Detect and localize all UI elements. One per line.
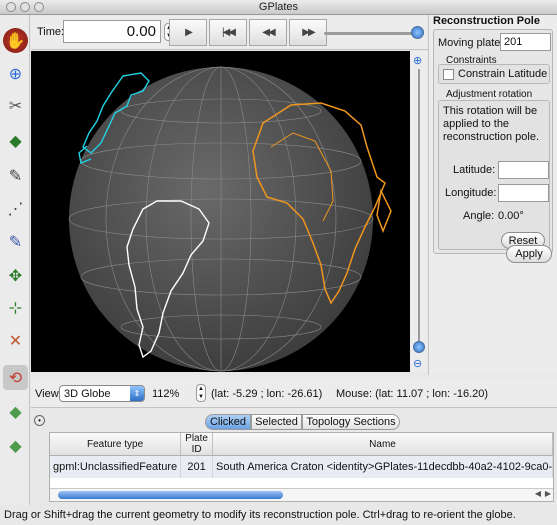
view-select[interactable]: 3D Globe ⇕ xyxy=(59,385,145,402)
zoom-out-icon[interactable]: ⊖ xyxy=(413,357,422,370)
view-controls-bar: View: 3D Globe ⇕ 112% ▲ ▼ (lat: -5.29 ; l… xyxy=(31,379,557,407)
angle-value[interactable]: 0.00° xyxy=(498,210,524,222)
longitude-input[interactable] xyxy=(498,184,549,202)
longitude-label: Longitude: xyxy=(445,187,497,199)
zoom-slider-bar: ⊕ ⊖ xyxy=(410,51,428,372)
drag-globe-icon[interactable]: ✋ xyxy=(3,28,28,53)
tab-topology-sections[interactable]: Topology Sections xyxy=(302,414,400,430)
digitise-polygon-icon[interactable]: ✎ xyxy=(3,229,28,254)
scrollbar-thumb[interactable] xyxy=(58,491,283,499)
delete-vertex-icon[interactable]: ✕ xyxy=(3,328,28,353)
status-bar: Drag or Shift+drag the current geometry … xyxy=(0,505,557,525)
table-header-row: Feature type Plate ID Name xyxy=(50,433,553,456)
canvas-tools-toolbar: ✋ ⊕ ✂ ◆ ✎ ⋰ ✎ ✥ ⊹ ✕ ⟲ ◆ ◆ xyxy=(0,15,30,505)
cell-plate-id: 201 xyxy=(180,455,213,478)
zoom-stepper[interactable]: ▲ ▼ xyxy=(196,384,206,402)
column-header-feature-type[interactable]: Feature type xyxy=(50,433,182,456)
adjustment-description: This rotation will be applied to the rec… xyxy=(443,105,539,143)
scroll-left-icon[interactable]: ◀ xyxy=(535,489,541,498)
move-vertex-icon[interactable]: ✥ xyxy=(3,263,28,288)
build-topology-icon[interactable]: ◆ xyxy=(3,399,28,424)
constrain-latitude-checkbox[interactable] xyxy=(443,69,454,80)
step-back-icon: ◀◀ xyxy=(262,27,275,38)
cell-name: South America Craton <identity>GPlates-1… xyxy=(212,455,553,478)
globe-svg xyxy=(68,66,392,372)
constrain-latitude-label: Constrain Latitude xyxy=(458,68,548,80)
horizontal-scrollbar[interactable]: ◀ ▶ xyxy=(50,488,553,501)
column-header-name[interactable]: Name xyxy=(212,433,553,456)
panel-title: Reconstruction Pole xyxy=(433,15,540,27)
digitise-multipoint-icon[interactable]: ⋰ xyxy=(3,196,28,221)
time-input[interactable]: 0.00 xyxy=(63,20,161,43)
insert-vertex-icon[interactable]: ⊹ xyxy=(3,295,28,320)
zoom-slider-track[interactable] xyxy=(418,69,420,351)
zoom-value[interactable]: 112% xyxy=(152,388,179,400)
adjustment-rotation-group: This rotation will be applied to the rec… xyxy=(438,100,550,250)
tab-selected[interactable]: Selected xyxy=(251,414,302,430)
play-button[interactable]: ▶ xyxy=(169,19,207,46)
apply-button[interactable]: Apply xyxy=(506,245,552,263)
digitise-polyline-icon[interactable]: ✎ xyxy=(3,163,28,188)
adjustment-rotation-label: Adjustment rotation xyxy=(446,89,533,100)
angle-label: Angle: xyxy=(463,210,495,222)
step-forward-icon: ▶▶ xyxy=(302,27,315,38)
play-icon: ▶ xyxy=(185,27,193,38)
zoom-globe-icon[interactable]: ⊕ xyxy=(3,61,28,86)
moving-plate-label: Moving plate: xyxy=(438,37,504,49)
close-panel-icon[interactable]: • xyxy=(34,415,45,426)
rewind-start-icon: |◀◀ xyxy=(222,27,236,38)
measure-tool-icon[interactable]: ✂ xyxy=(3,93,28,118)
time-slider-track[interactable] xyxy=(324,32,424,35)
table-row[interactable]: gpml:UnclassifiedFeature 201 South Ameri… xyxy=(50,455,553,478)
latitude-input[interactable] xyxy=(498,161,549,179)
step-back-button[interactable]: ◀◀ xyxy=(249,19,287,46)
chevron-down-icon: ⇕ xyxy=(130,386,144,401)
cell-feature-type: gpml:UnclassifiedFeature xyxy=(50,455,182,478)
column-header-plate-id[interactable]: Plate ID xyxy=(180,433,213,456)
mouse-coordinates: Mouse: (lat: 11.07 ; lon: -16.20) xyxy=(336,388,489,400)
latitude-label: Latitude: xyxy=(453,164,496,176)
query-feature-icon[interactable]: ◆ xyxy=(3,128,28,153)
tab-clicked[interactable]: Clicked xyxy=(205,414,251,430)
zoom-in-icon[interactable]: ⊕ xyxy=(413,54,422,67)
camera-coordinates: (lat: -5.29 ; lon: -26.61) xyxy=(211,388,323,400)
time-slider-thumb[interactable] xyxy=(411,26,424,39)
pole-widget-frame: Moving plate: 201 Constraints Constrain … xyxy=(433,29,553,254)
feature-table: Feature type Plate ID Name gpml:Unclassi… xyxy=(49,432,554,502)
constraints-group: Constrain Latitude xyxy=(438,64,550,84)
edit-topology-icon[interactable]: ◆ xyxy=(3,433,28,458)
window-title: GPlates xyxy=(258,1,299,13)
status-text: Drag or Shift+drag the current geometry … xyxy=(4,509,516,521)
time-control-bar: Time: 0.00 ▲▼ Ma ▶ |◀◀ ◀◀ ▶▶ xyxy=(31,16,428,50)
rewind-to-start-button[interactable]: |◀◀ xyxy=(209,19,247,46)
time-label: Time: xyxy=(37,26,65,38)
step-forward-button[interactable]: ▶▶ xyxy=(289,19,327,46)
zoom-slider-thumb[interactable] xyxy=(413,341,425,353)
moving-plate-input[interactable]: 201 xyxy=(500,33,551,51)
reconstruction-pole-panel: Reconstruction Pole Moving plate: 201 Co… xyxy=(428,15,557,375)
view-label: View: xyxy=(35,388,62,400)
feature-tabs: • Clicked Selected Topology Sections xyxy=(31,411,557,433)
manipulate-pole-icon[interactable]: ⟲ xyxy=(3,365,28,390)
globe-canvas[interactable] xyxy=(31,51,410,372)
window-titlebar: GPlates xyxy=(0,0,557,15)
scroll-right-icon[interactable]: ▶ xyxy=(545,489,551,498)
